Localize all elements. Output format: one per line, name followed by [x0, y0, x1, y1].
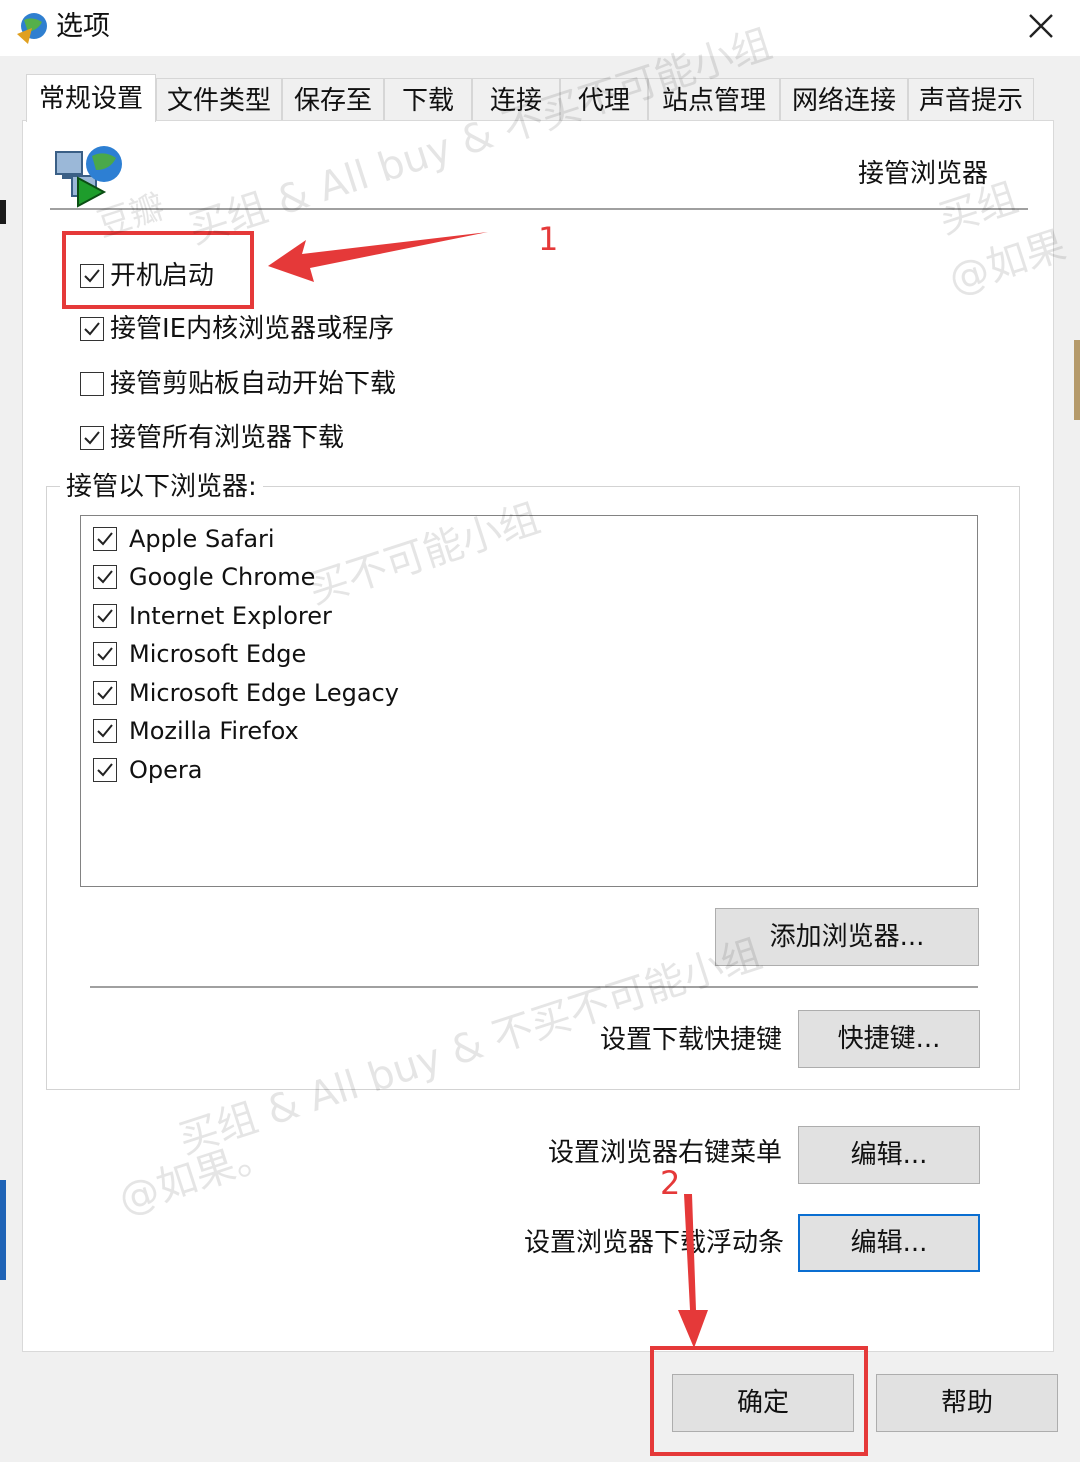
annotation-arrow-1 [268, 232, 488, 282]
annotation-arrow-2 [678, 1194, 708, 1348]
tab-general[interactable]: 常规设置 [26, 74, 156, 122]
annotation-number-2: 2 [660, 1164, 681, 1202]
annotation-number-1: 1 [538, 220, 559, 258]
